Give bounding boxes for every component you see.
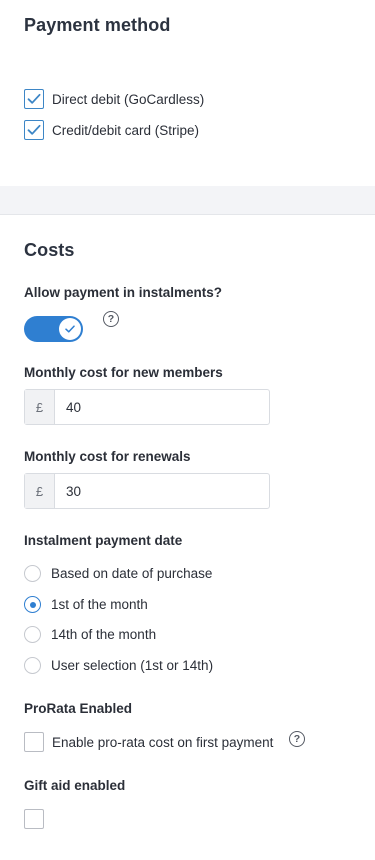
- payment-date-option-label: Based on date of purchase: [51, 566, 213, 581]
- section-divider: [0, 186, 375, 215]
- radio-button[interactable]: [24, 565, 41, 582]
- payment-date-option-label: User selection (1st or 14th): [51, 658, 214, 673]
- checkmark-icon: [27, 124, 41, 135]
- renewals-cost-input[interactable]: [55, 474, 269, 508]
- direct-debit-option[interactable]: Direct debit (GoCardless): [24, 89, 204, 109]
- payment-date-option[interactable]: 14th of the month: [24, 626, 156, 643]
- prorata-checkbox[interactable]: [24, 732, 44, 752]
- new-members-cost-field: £: [24, 389, 270, 425]
- card-option[interactable]: Credit/debit card (Stripe): [24, 120, 199, 140]
- radio-button[interactable]: [24, 626, 41, 643]
- new-members-cost-input[interactable]: [55, 390, 269, 424]
- payment-date-option[interactable]: User selection (1st or 14th): [24, 657, 213, 674]
- gift-aid-option[interactable]: [24, 809, 44, 829]
- payment-method-title: Payment method: [24, 15, 171, 35]
- toggle-knob: [59, 318, 81, 340]
- prorata-label: ProRata Enabled: [24, 701, 133, 716]
- direct-debit-label: Direct debit (GoCardless): [52, 91, 205, 107]
- currency-prefix: £: [25, 474, 55, 508]
- gift-aid-label: Gift aid enabled: [24, 778, 126, 793]
- gift-aid-checkbox[interactable]: [24, 809, 44, 829]
- new-members-cost-label: Monthly cost for new members: [24, 365, 223, 380]
- card-checkbox[interactable]: [24, 120, 44, 140]
- instalments-label: Allow payment in instalments?: [24, 285, 223, 300]
- payment-date-label: Instalment payment date: [24, 533, 183, 548]
- direct-debit-checkbox[interactable]: [24, 89, 44, 109]
- payment-date-option[interactable]: Based on date of purchase: [24, 565, 212, 582]
- currency-prefix: £: [25, 390, 55, 424]
- payment-date-option-label: 14th of the month: [51, 627, 157, 642]
- radio-button-selected[interactable]: [24, 596, 41, 613]
- renewals-cost-label: Monthly cost for renewals: [24, 449, 191, 464]
- prorata-checkbox-label: Enable pro-rata cost on first payment: [52, 734, 274, 750]
- prorata-option[interactable]: Enable pro-rata cost on first payment: [24, 732, 273, 752]
- radio-dot: [29, 601, 36, 608]
- toggle-check-icon: [65, 325, 75, 333]
- instalments-help-icon[interactable]: ?: [103, 311, 119, 327]
- payment-date-option[interactable]: 1st of the month: [24, 596, 148, 613]
- costs-title: Costs: [24, 240, 75, 260]
- prorata-help-icon[interactable]: ?: [289, 731, 305, 747]
- card-label: Credit/debit card (Stripe): [52, 122, 200, 138]
- instalments-toggle[interactable]: [24, 316, 83, 342]
- renewals-cost-field: £: [24, 473, 270, 509]
- radio-button[interactable]: [24, 657, 41, 674]
- payment-date-option-label: 1st of the month: [51, 597, 148, 612]
- checkmark-icon: [27, 93, 41, 104]
